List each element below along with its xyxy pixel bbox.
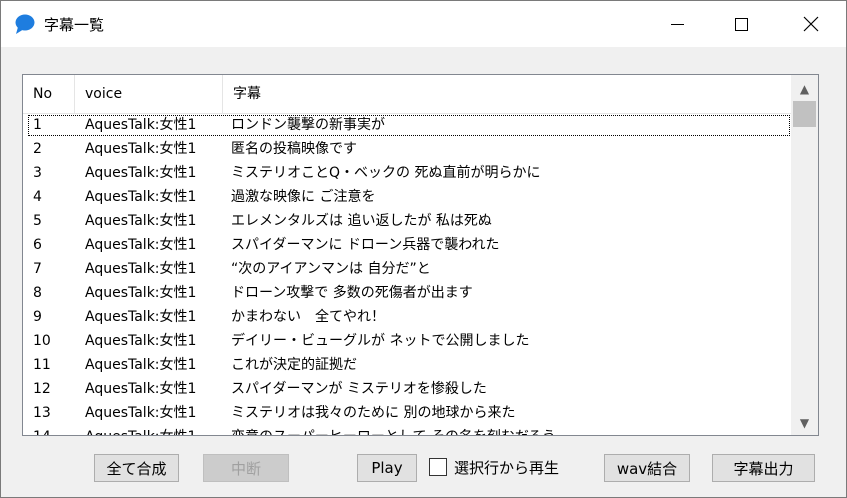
- close-icon: [803, 16, 819, 32]
- window-title: 字幕一覧: [44, 16, 105, 34]
- scrollbar-thumb[interactable]: [793, 101, 816, 127]
- row-voice: AquesTalk:女性1: [85, 261, 197, 277]
- table-row[interactable]: 9 AquesTalk:女性1 かまわない 全てやれ！: [23, 305, 791, 329]
- row-no: 12: [33, 381, 51, 397]
- table-row[interactable]: 7 AquesTalk:女性1 “次のアイアンマンは 自分だ”と: [23, 257, 791, 281]
- row-voice: AquesTalk:女性1: [85, 285, 197, 301]
- row-no: 8: [33, 285, 42, 301]
- row-no: 7: [33, 261, 42, 277]
- row-subtitle: デイリー・ビューグルが ネットで公開しました: [231, 333, 530, 349]
- wav-merge-button[interactable]: wav結合: [604, 454, 690, 482]
- list-header: No voice 字幕: [23, 75, 791, 114]
- row-subtitle: スパイダーマンが ミステリオを惨殺した: [231, 381, 487, 397]
- generate-all-button[interactable]: 全て合成: [94, 454, 179, 482]
- row-no: 9: [33, 309, 42, 325]
- stop-button[interactable]: 中断: [203, 454, 289, 482]
- table-row[interactable]: 10 AquesTalk:女性1 デイリー・ビューグルが ネットで公開しました: [23, 329, 791, 353]
- scroll-down-icon[interactable]: ▼: [791, 411, 818, 435]
- row-no: 4: [33, 189, 42, 205]
- row-subtitle: ミステリオことQ・ベックの 死ぬ直前が明らかに: [231, 165, 541, 181]
- row-subtitle: エレメンタルズは 追い返したが 私は死ぬ: [231, 213, 492, 229]
- row-voice: AquesTalk:女性1: [85, 425, 196, 435]
- subtitle-list[interactable]: No voice 字幕 1 AquesTalk:女性1 ロンドン襲撃の新事実が 2 Aq…: [22, 74, 819, 436]
- play-from-selected-checkbox[interactable]: [429, 458, 447, 476]
- table-row[interactable]: 3 AquesTalk:女性1 ミステリオことQ・ベックの 死ぬ直前が明らかに: [23, 161, 791, 185]
- minimize-icon: [670, 23, 684, 25]
- table-row[interactable]: 5 AquesTalk:女性1 エレメンタルズは 追い返したが 私は死ぬ: [23, 209, 791, 233]
- maximize-button[interactable]: [711, 1, 771, 47]
- row-voice: AquesTalk:女性1: [85, 405, 197, 421]
- row-voice: AquesTalk:女性1: [85, 381, 197, 397]
- column-header-no[interactable]: No: [23, 75, 75, 113]
- table-row[interactable]: 2 AquesTalk:女性1 匿名の投稿映像です: [23, 137, 791, 161]
- row-no: 10: [33, 333, 51, 349]
- row-voice: AquesTalk:女性1: [85, 117, 197, 133]
- row-voice: AquesTalk:女性1: [85, 357, 197, 373]
- play-from-selected-label[interactable]: 選択行から再生: [454, 457, 559, 478]
- column-header-voice[interactable]: voice: [75, 75, 223, 113]
- table-row[interactable]: 4 AquesTalk:女性1 過激な映像に ご注意を: [23, 185, 791, 209]
- table-row[interactable]: 13 AquesTalk:女性1 ミステリオは我々のために 別の地球から来た: [23, 401, 791, 425]
- title-bar[interactable]: 字幕一覧: [1, 1, 846, 47]
- close-button[interactable]: [781, 1, 841, 47]
- column-header-subtitle[interactable]: 字幕: [223, 75, 791, 113]
- row-subtitle: “次のアイアンマンは 自分だ”と: [231, 261, 431, 277]
- row-subtitle: 過激な映像に ご注意を: [231, 189, 376, 205]
- row-voice: AquesTalk:女性1: [85, 309, 197, 325]
- table-row[interactable]: 12 AquesTalk:女性1 スパイダーマンが ミステリオを惨殺した: [23, 377, 791, 401]
- row-subtitle: 恋意のスーパーヒーローとして その名を刻むだろう: [231, 425, 556, 435]
- subtitle-list-window: 字幕一覧 No voice 字幕 1 AquesTalk:女性1 ロンドン襲撃の新事…: [0, 0, 847, 498]
- speech-bubble-icon: [15, 14, 35, 34]
- row-voice: AquesTalk:女性1: [85, 213, 197, 229]
- row-subtitle: かまわない 全てやれ！: [231, 309, 385, 325]
- table-row[interactable]: 14 AquesTalk:女性1 恋意のスーパーヒーローとして その名を刻むだろう: [23, 425, 791, 435]
- vertical-scrollbar[interactable]: ▲ ▼: [791, 75, 818, 435]
- row-no: 6: [33, 237, 42, 253]
- row-subtitle: ロンドン襲撃の新事実が: [231, 117, 385, 133]
- maximize-icon: [734, 17, 748, 31]
- row-voice: AquesTalk:女性1: [85, 141, 197, 157]
- row-subtitle: これが決定的証拠だ: [231, 357, 357, 373]
- table-row[interactable]: 11 AquesTalk:女性1 これが決定的証拠だ: [23, 353, 791, 377]
- row-voice: AquesTalk:女性1: [85, 237, 197, 253]
- row-voice: AquesTalk:女性1: [85, 189, 197, 205]
- row-subtitle: ミステリオは我々のために 別の地球から来た: [231, 405, 516, 421]
- table-row[interactable]: 8 AquesTalk:女性1 ドローン攻撃で 多数の死傷者が出ます: [23, 281, 791, 305]
- row-no: 13: [33, 405, 51, 421]
- row-no: 5: [33, 213, 42, 229]
- minimize-button[interactable]: [647, 1, 707, 47]
- row-voice: AquesTalk:女性1: [85, 165, 197, 181]
- play-button[interactable]: Play: [357, 454, 417, 482]
- row-subtitle: 匿名の投稿映像です: [231, 141, 357, 157]
- row-no: 1: [33, 117, 42, 133]
- scroll-up-icon[interactable]: ▲: [791, 77, 818, 101]
- row-no: 2: [33, 141, 42, 157]
- list-rows: 1 AquesTalk:女性1 ロンドン襲撃の新事実が 2 AquesTalk:女性1 匿…: [23, 113, 791, 435]
- row-subtitle: スパイダーマンに ドローン兵器で襲われた: [231, 237, 500, 253]
- table-row[interactable]: 6 AquesTalk:女性1 スパイダーマンに ドローン兵器で襲われた: [23, 233, 791, 257]
- table-row[interactable]: 1 AquesTalk:女性1 ロンドン襲撃の新事実が: [23, 113, 791, 137]
- subtitle-output-button[interactable]: 字幕出力: [712, 454, 815, 482]
- row-voice: AquesTalk:女性1: [85, 333, 197, 349]
- row-no: 11: [33, 357, 51, 373]
- row-no: 3: [33, 165, 42, 181]
- row-subtitle: ドローン攻撃で 多数の死傷者が出ます: [231, 285, 473, 301]
- row-no: 14: [33, 425, 51, 435]
